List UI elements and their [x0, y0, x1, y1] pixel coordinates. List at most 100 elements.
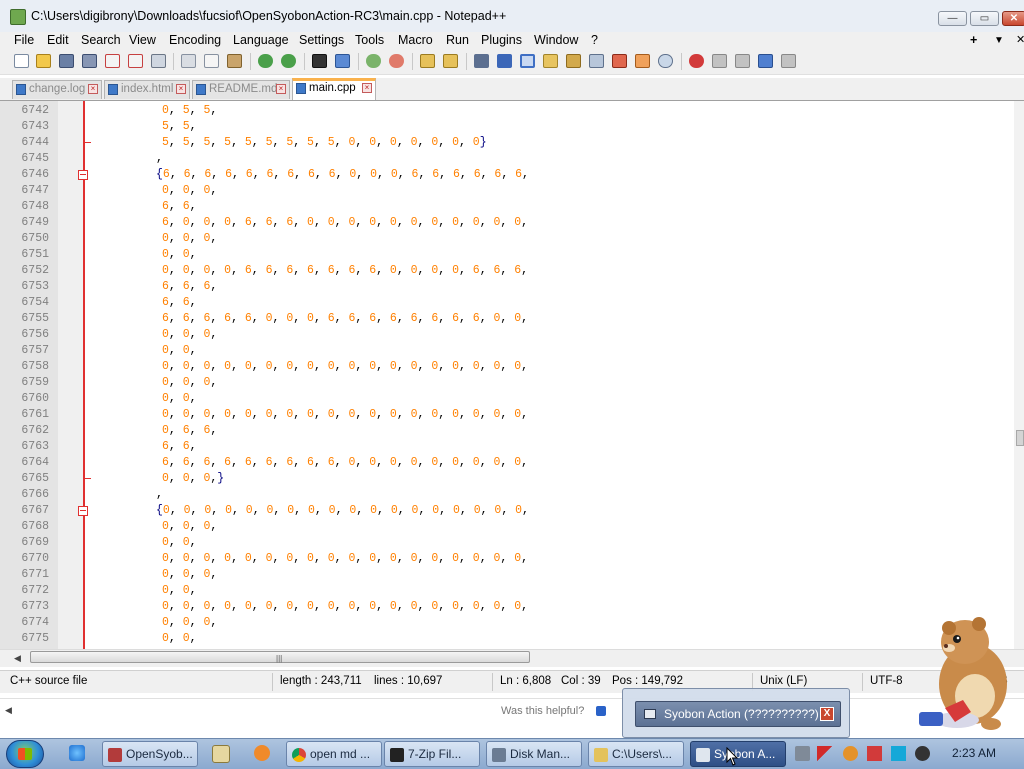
user-language-icon[interactable] — [543, 54, 558, 68]
taskbar-preview[interactable]: Syobon Action (??????????) X — [622, 688, 850, 738]
menu-edit[interactable]: Edit — [47, 32, 69, 49]
code-line[interactable]: 6760 0, 0, — [0, 391, 1014, 407]
tray-search-icon[interactable] — [843, 746, 858, 761]
code-line[interactable]: 6745, — [0, 151, 1014, 167]
tab-readme-md[interactable]: README.md × — [192, 80, 290, 99]
tray-volume-icon[interactable] — [915, 746, 930, 761]
menu-language[interactable]: Language — [233, 32, 289, 49]
doc-list-icon[interactable] — [589, 54, 604, 68]
preview-close-button[interactable]: X — [820, 707, 834, 721]
task-opensyobon[interactable]: OpenSyob... — [102, 741, 198, 767]
tab-main-cpp[interactable]: main.cpp × — [292, 78, 376, 100]
horizontal-scroll-thumb[interactable]: ||| — [30, 651, 530, 663]
fold-toggle-icon[interactable] — [78, 170, 88, 180]
code-line[interactable]: 6770 0, 0, 0, 0, 0, 0, 0, 0, 0, 0, 0, 0, … — [0, 551, 1014, 567]
close-file-icon[interactable] — [105, 54, 120, 68]
tab-list-dropdown-button[interactable]: ▼ — [994, 32, 1004, 49]
code-line[interactable]: 6771 0, 0, 0, — [0, 567, 1014, 583]
code-editor[interactable]: 6742 0, 5, 5, 6743 5, 5, 6744 5, 5, 5, 5, 5, … — [0, 101, 1014, 649]
task-7zip[interactable]: 7-Zip Fil... — [384, 741, 480, 767]
new-tab-plus-button[interactable]: + — [970, 32, 977, 49]
tab-close-icon[interactable]: × — [88, 84, 98, 94]
code-line[interactable]: 6775 0, 0, — [0, 631, 1014, 647]
monitoring-icon[interactable] — [658, 54, 673, 68]
code-line[interactable]: 6766, — [0, 487, 1014, 503]
open-file-icon[interactable] — [36, 54, 51, 68]
fold-toggle-icon[interactable] — [78, 506, 88, 516]
code-line[interactable]: 6742 0, 5, 5, — [0, 103, 1014, 119]
menu-tools[interactable]: Tools — [355, 32, 384, 49]
task-disk-management[interactable]: Disk Man... — [486, 741, 582, 767]
code-line[interactable]: 6767 {0, 0, 0, 0, 0, 0, 0, 0, 0, 0, 0, 0,… — [0, 503, 1014, 519]
encoding[interactable]: UTF-8 — [870, 675, 903, 687]
undo-icon[interactable] — [258, 54, 273, 68]
find-icon[interactable] — [312, 54, 327, 68]
tab-close-icon[interactable]: × — [176, 84, 186, 94]
redo-icon[interactable] — [281, 54, 296, 68]
menu-plugins[interactable]: Plugins — [481, 32, 522, 49]
zoom-out-icon[interactable] — [389, 54, 404, 68]
code-line[interactable]: 6748 6, 6, — [0, 199, 1014, 215]
code-line[interactable]: 6774 0, 0, 0, — [0, 615, 1014, 631]
menu-file[interactable]: File — [14, 32, 34, 49]
start-button[interactable] — [6, 740, 44, 768]
code-line[interactable]: 6744 5, 5, 5, 5, 5, 5, 5, 5, 5, 0, 0, 0, … — [0, 135, 1014, 151]
indent-guide-icon[interactable] — [520, 54, 535, 68]
tab-close-icon[interactable]: × — [276, 84, 286, 94]
vertical-scrollbar[interactable] — [1014, 101, 1024, 649]
menu-view[interactable]: View — [129, 32, 156, 49]
close-all-icon[interactable] — [128, 54, 143, 68]
doc-map-icon[interactable] — [566, 54, 581, 68]
menu-run[interactable]: Run — [446, 32, 469, 49]
play-macro-icon[interactable] — [735, 54, 750, 68]
code-line[interactable]: 6757 0, 0, — [0, 343, 1014, 359]
clock[interactable]: 2:23 AM — [952, 746, 996, 760]
code-line[interactable]: 6755 6, 6, 6, 6, 6, 0, 0, 0, 6, 6, 6, 6, … — [0, 311, 1014, 327]
code-line[interactable]: 6749 6, 0, 0, 0, 6, 6, 6, 0, 0, 0, 0, 0, … — [0, 215, 1014, 231]
code-line[interactable]: 6763 6, 6, — [0, 439, 1014, 455]
tab-change-log[interactable]: change.log × — [12, 80, 102, 99]
code-line[interactable]: 6756 0, 0, 0, — [0, 327, 1014, 343]
code-line[interactable]: 6773 0, 0, 0, 0, 0, 0, 0, 0, 0, 0, 0, 0, … — [0, 599, 1014, 615]
task-explorer[interactable]: C:\Users\... — [588, 741, 684, 767]
print-icon[interactable] — [151, 54, 166, 68]
save-all-icon[interactable] — [82, 54, 97, 68]
vertical-scroll-thumb[interactable] — [1016, 430, 1024, 446]
close-document-button[interactable]: ✕ — [1016, 32, 1024, 49]
tray-network-icon[interactable] — [795, 746, 810, 761]
menu-help[interactable]: ? — [591, 32, 598, 49]
function-list-icon[interactable] — [612, 54, 627, 68]
minimize-button[interactable]: — — [938, 11, 967, 26]
zoom-in-icon[interactable] — [366, 54, 381, 68]
code-line[interactable]: 6758 0, 0, 0, 0, 0, 0, 0, 0, 0, 0, 0, 0, … — [0, 359, 1014, 375]
code-line[interactable]: 6754 6, 6, — [0, 295, 1014, 311]
word-wrap-icon[interactable] — [474, 54, 489, 68]
show-all-characters-icon[interactable] — [497, 54, 512, 68]
code-line[interactable]: 6753 6, 6, 6, — [0, 279, 1014, 295]
sync-vertical-icon[interactable] — [420, 54, 435, 68]
preview-title-bar[interactable]: Syobon Action (??????????) X — [635, 701, 841, 727]
task-chrome[interactable]: open md ... — [286, 741, 382, 767]
code-line[interactable]: 6743 5, 5, — [0, 119, 1014, 135]
save-icon[interactable] — [59, 54, 74, 68]
code-line[interactable]: 6751 0, 0, — [0, 247, 1014, 263]
code-line[interactable]: 6750 0, 0, 0, — [0, 231, 1014, 247]
paste-icon[interactable] — [227, 54, 242, 68]
stop-recording-icon[interactable] — [712, 54, 727, 68]
media-player-icon[interactable] — [212, 745, 230, 763]
code-line[interactable]: 6759 0, 0, 0, — [0, 375, 1014, 391]
app-icon[interactable] — [254, 745, 270, 761]
copy-icon[interactable] — [204, 54, 219, 68]
internet-explorer-icon[interactable] — [69, 745, 85, 761]
code-line[interactable]: 6746 {6, 6, 6, 6, 6, 6, 6, 6, 6, 0, 0, 0,… — [0, 167, 1014, 183]
tab-close-icon[interactable]: × — [362, 83, 372, 93]
close-window-button[interactable]: ✕ — [1002, 11, 1024, 26]
code-line[interactable]: 6752 0, 0, 0, 0, 6, 6, 6, 6, 6, 6, 6, 0, … — [0, 263, 1014, 279]
menu-window[interactable]: Window — [534, 32, 578, 49]
code-line[interactable]: 6765 0, 0, 0,} — [0, 471, 1014, 487]
menu-settings[interactable]: Settings — [299, 32, 344, 49]
maximize-button[interactable]: ▭ — [970, 11, 999, 26]
folder-workspace-icon[interactable] — [635, 54, 650, 68]
run-macro-multiple-icon[interactable] — [758, 54, 773, 68]
record-macro-icon[interactable] — [689, 54, 704, 68]
